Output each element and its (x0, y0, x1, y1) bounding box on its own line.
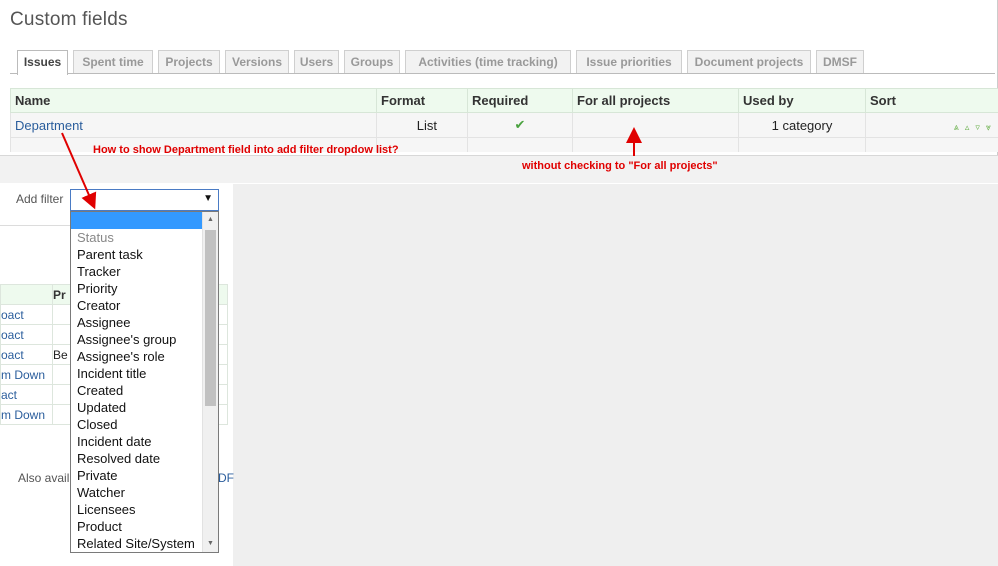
column-used-by[interactable]: Used by (738, 88, 866, 113)
also-available-text: Also avail (18, 471, 70, 485)
option-priority[interactable]: Priority (71, 280, 203, 297)
tab-activities[interactable]: Activities (time tracking) (405, 50, 571, 73)
option-parent-task[interactable]: Parent task (71, 246, 203, 263)
custom-fields-panel: Custom fields Issues Spent time Projects… (0, 0, 998, 183)
question-annotation: How to show Department field into add fi… (93, 144, 399, 156)
tab-users[interactable]: Users (294, 50, 339, 73)
move-top-icon[interactable]: ⩓ (954, 122, 959, 132)
column-required[interactable]: Required (467, 88, 573, 113)
option-updated[interactable]: Updated (71, 399, 203, 416)
tab-dmsf[interactable]: DMSF (816, 50, 864, 73)
scroll-down-icon[interactable]: ▼ (203, 536, 218, 552)
add-filter-label: Add filter (16, 192, 64, 206)
move-bottom-icon[interactable]: ⩔ (986, 122, 991, 132)
tab-versions[interactable]: Versions (225, 50, 289, 73)
scrollbar-thumb[interactable] (205, 230, 216, 406)
tab-issues[interactable]: Issues (17, 50, 68, 75)
required-check-icon: ✔ (467, 112, 573, 138)
filter-dropdown-list[interactable]: Status Parent task Tracker Priority Crea… (70, 211, 219, 553)
option-incident-title[interactable]: Incident title (71, 365, 203, 382)
column-sort[interactable]: Sort (865, 88, 998, 113)
scroll-up-icon[interactable]: ▲ (203, 212, 218, 228)
page-title: Custom fields (10, 9, 128, 30)
for-all-projects-cell (572, 112, 739, 138)
chevron-down-icon: ▼ (203, 193, 213, 204)
used-by-cell: 1 category (738, 112, 866, 138)
dropdown-options: Status Parent task Tracker Priority Crea… (71, 229, 203, 552)
department-link[interactable]: Department (15, 118, 83, 133)
dropdown-scrollbar[interactable]: ▲ ▼ (202, 212, 218, 552)
option-assignees-group[interactable]: Assignee's group (71, 331, 203, 348)
export-link[interactable]: DF (218, 471, 234, 485)
option-licensees[interactable]: Licensees (71, 501, 203, 518)
option-assignee[interactable]: Assignee (71, 314, 203, 331)
empty-area (233, 184, 998, 566)
option-status: Status (77, 230, 114, 245)
tab-spent-time[interactable]: Spent time (73, 50, 153, 73)
option-closed[interactable]: Closed (71, 416, 203, 433)
tab-groups[interactable]: Groups (344, 50, 400, 73)
option-resolved-date[interactable]: Resolved date (71, 450, 203, 467)
option-tracker[interactable]: Tracker (71, 263, 203, 280)
option-creator[interactable]: Creator (71, 297, 203, 314)
move-down-icon[interactable]: ▿ (975, 122, 980, 132)
option-incident-date[interactable]: Incident date (71, 433, 203, 450)
dropdown-highlighted-option[interactable] (71, 212, 203, 229)
option-created[interactable]: Created (71, 382, 203, 399)
tab-issue-priorities[interactable]: Issue priorities (576, 50, 682, 73)
option-product[interactable]: Product (71, 518, 203, 535)
tab-projects[interactable]: Projects (158, 50, 220, 73)
note-annotation: without checking to "For all projects" (522, 160, 718, 172)
sort-controls: ⩓ ▵ ▿ ⩔ (865, 112, 998, 138)
column-name[interactable]: Name (10, 88, 377, 113)
format-cell: List (376, 112, 468, 138)
column-for-all-projects[interactable]: For all projects (572, 88, 739, 113)
custom-fields-table: Name Format Required For all projects Us… (10, 88, 998, 152)
option-watcher[interactable]: Watcher (71, 484, 203, 501)
table-header-row: Name Format Required For all projects Us… (10, 88, 998, 113)
table-row: Department List ✔ 1 category ⩓ ▵ ▿ ⩔ (10, 112, 998, 138)
option-assignees-role[interactable]: Assignee's role (71, 348, 203, 365)
option-related-site-system[interactable]: Related Site/System (71, 535, 203, 552)
option-private[interactable]: Private (71, 467, 203, 484)
move-up-icon[interactable]: ▵ (965, 122, 970, 132)
divider (0, 225, 70, 226)
add-filter-select[interactable]: ▼ (70, 189, 219, 211)
tab-bar: Issues Spent time Projects Versions User… (10, 50, 995, 75)
annotation-band (0, 155, 998, 183)
tab-document-projects[interactable]: Document projects (687, 50, 811, 73)
column-format[interactable]: Format (376, 88, 468, 113)
